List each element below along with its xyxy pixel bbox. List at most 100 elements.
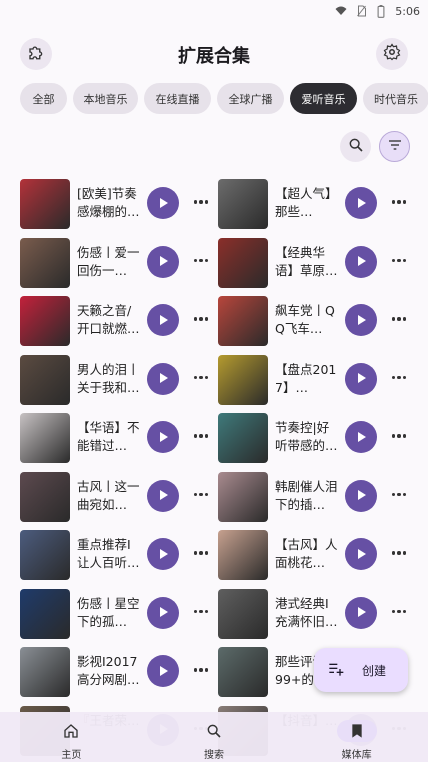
more-options-icon[interactable] xyxy=(191,545,211,561)
playlist-item[interactable]: 【经典华语】草原… xyxy=(218,235,418,291)
play-icon xyxy=(157,603,169,622)
playlist-title: [欧美]节奏感爆棚的… xyxy=(77,186,140,219)
playlist-item[interactable]: 影视I2017高分网剧… xyxy=(20,644,220,700)
status-bar: 5:06 xyxy=(0,0,428,22)
chip-local-music[interactable]: 本地音乐 xyxy=(73,83,138,114)
more-options-icon[interactable] xyxy=(389,194,409,210)
playlist-item[interactable]: 【古风】人面桃花… xyxy=(218,527,418,583)
play-icon xyxy=(355,603,367,622)
play-button[interactable] xyxy=(345,304,377,336)
nav-library-label: 媒体库 xyxy=(341,750,372,761)
playlist-title: 伤感丨爱一回伤一… xyxy=(77,244,140,278)
play-button[interactable] xyxy=(147,655,179,687)
playlist-item[interactable]: 古风丨这一曲宛如… xyxy=(20,469,220,525)
chip-global-radio[interactable]: 全球广播 xyxy=(217,83,284,114)
play-button[interactable] xyxy=(345,362,377,395)
playlist-item[interactable]: [欧美]节奏感爆棚的… xyxy=(20,176,220,232)
chip-era-music[interactable]: 时代音乐 xyxy=(363,83,428,114)
more-options-icon[interactable] xyxy=(191,428,211,444)
playlist-title: 飙车党丨QQ飞车… xyxy=(275,303,335,336)
more-options-icon[interactable] xyxy=(191,194,211,210)
playlist-cover xyxy=(20,179,70,229)
playlist-title: 【古风】人面桃花… xyxy=(275,537,338,570)
playlist-item[interactable]: 节奏控|好听带感的… xyxy=(218,410,418,466)
playlist-item[interactable]: 港式经典I充满怀旧… xyxy=(218,586,418,642)
playlist-title: 【华语】不能错过… xyxy=(77,420,140,453)
filter-button[interactable] xyxy=(379,131,410,162)
chip-all[interactable]: 全部 xyxy=(20,83,67,114)
playlist-item[interactable]: 伤感丨爱一回伤一… xyxy=(20,235,220,291)
play-icon xyxy=(355,252,367,271)
more-options-icon[interactable] xyxy=(191,662,211,678)
top-app-bar: 扩展合集 xyxy=(0,36,428,76)
create-label: 创建 xyxy=(362,663,387,678)
chip-live[interactable]: 在线直播 xyxy=(144,83,211,114)
playlist-item[interactable]: 天籁之音/开口就燃… xyxy=(20,293,220,349)
more-options-icon[interactable] xyxy=(389,253,409,269)
more-options-icon[interactable] xyxy=(191,311,211,327)
playlist-item[interactable]: 韩剧催人泪下的插… xyxy=(218,469,418,525)
play-button[interactable] xyxy=(147,421,179,453)
playlist-title: 【超人气】那些… xyxy=(275,186,338,219)
nav-library[interactable]: 媒体库 xyxy=(285,712,428,762)
nav-home-label: 主页 xyxy=(61,750,82,761)
play-icon xyxy=(157,428,169,447)
play-icon xyxy=(355,486,367,505)
more-options-icon[interactable] xyxy=(389,604,409,620)
gear-icon xyxy=(383,43,401,65)
play-button[interactable] xyxy=(147,538,179,570)
playlist-item[interactable]: 【盘点2017】… xyxy=(218,352,418,408)
play-icon xyxy=(157,369,169,388)
more-options-icon[interactable] xyxy=(389,428,409,444)
wifi-icon xyxy=(335,5,347,17)
playlist-item[interactable]: 重点推荐I让人百听… xyxy=(20,527,220,583)
search-button[interactable] xyxy=(340,131,371,162)
create-button[interactable]: 创建 xyxy=(314,648,408,692)
play-button[interactable] xyxy=(147,596,179,629)
more-options-icon[interactable] xyxy=(191,370,211,386)
play-button[interactable] xyxy=(345,596,377,629)
play-button[interactable] xyxy=(147,187,179,219)
play-icon xyxy=(157,252,169,271)
playlist-cover xyxy=(218,354,268,405)
play-button[interactable] xyxy=(147,245,179,278)
more-options-icon[interactable] xyxy=(191,487,211,503)
playlist-item[interactable]: 【华语】不能错过… xyxy=(20,410,220,466)
more-options-icon[interactable] xyxy=(389,487,409,503)
playlist-cover xyxy=(218,237,268,288)
playlist-title: 【经典华语】草原… xyxy=(275,244,338,278)
play-button[interactable] xyxy=(345,538,377,570)
playlist-item[interactable]: 伤感丨星空下的孤… xyxy=(20,586,220,642)
playlist-item[interactable]: 男人的泪丨关于我和… xyxy=(20,352,220,408)
playlist-title: 男人的泪丨关于我和… xyxy=(77,361,140,395)
playlist-cover xyxy=(20,354,70,405)
nav-search[interactable]: 搜索 xyxy=(143,712,286,762)
category-chips: 全部 本地音乐 在线直播 全球广播 爱听音乐 时代音乐 xyxy=(20,83,428,115)
playlist-item[interactable]: 【超人气】那些… xyxy=(218,176,418,232)
play-icon xyxy=(355,545,367,564)
more-options-icon[interactable] xyxy=(191,253,211,269)
page-title: 扩展合集 xyxy=(178,46,250,67)
more-options-icon[interactable] xyxy=(389,311,409,327)
play-button[interactable] xyxy=(147,304,179,336)
play-button[interactable] xyxy=(345,245,377,278)
playlist-add-icon xyxy=(328,662,344,679)
play-button[interactable] xyxy=(147,362,179,395)
playlist-cover xyxy=(20,471,70,522)
play-button[interactable] xyxy=(147,479,179,512)
no-sim-icon xyxy=(355,5,367,17)
playlist-title: 天籁之音/开口就燃… xyxy=(77,303,140,336)
nav-home[interactable]: 主页 xyxy=(0,712,143,762)
search-icon xyxy=(194,720,234,742)
play-icon xyxy=(157,545,169,564)
play-button[interactable] xyxy=(345,479,377,512)
more-options-icon[interactable] xyxy=(389,370,409,386)
settings-button[interactable] xyxy=(376,38,408,70)
playlist-cover xyxy=(20,647,70,697)
playlist-item[interactable]: 飙车党丨QQ飞车… xyxy=(218,293,418,349)
more-options-icon[interactable] xyxy=(389,545,409,561)
more-options-icon[interactable] xyxy=(191,604,211,620)
chip-aiting-music[interactable]: 爱听音乐 xyxy=(290,83,357,114)
play-button[interactable] xyxy=(345,421,377,453)
play-button[interactable] xyxy=(345,187,377,219)
